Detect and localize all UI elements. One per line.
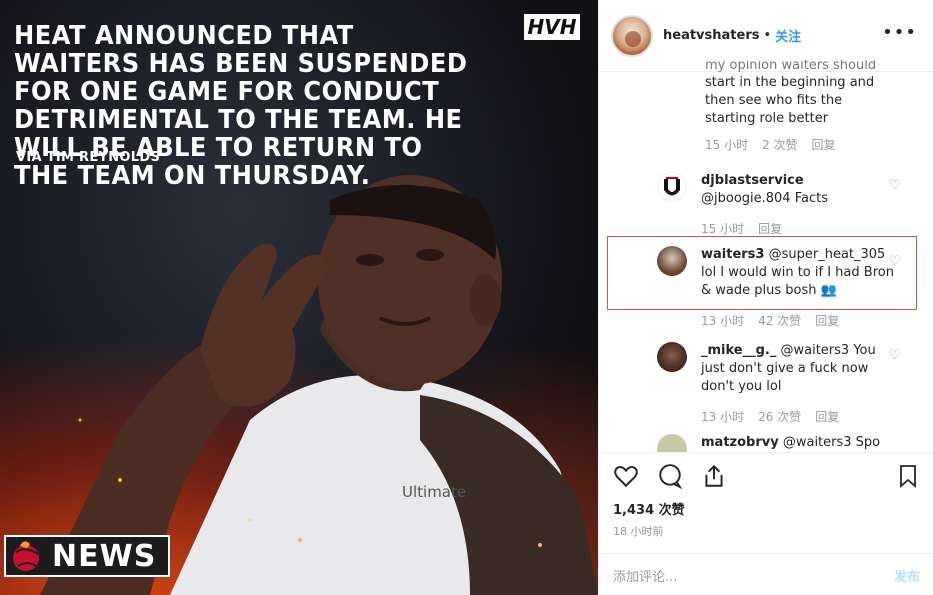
- comment-text-cut: my opinion waiters should: [705, 60, 877, 72]
- like-heart-icon[interactable]: [613, 463, 639, 493]
- like-comment-heart-icon[interactable]: ♡: [889, 348, 901, 363]
- commenter-avatar[interactable]: [657, 434, 687, 452]
- post-side-panel: heatvshaters • 关注 ••• my opinion waiters…: [598, 0, 933, 595]
- commenter-avatar[interactable]: [657, 246, 687, 276]
- post-comment-button[interactable]: 发布: [894, 566, 920, 585]
- reply-button[interactable]: 回复: [815, 408, 839, 425]
- follow-button[interactable]: 关注: [775, 26, 801, 45]
- comment-time: 13 小时: [701, 410, 745, 424]
- post-image[interactable]: Ultimate HEAT ANNOUNCED THAT WAITERS HAS…: [0, 0, 598, 595]
- likes-count[interactable]: 1,434 次赞: [613, 499, 685, 518]
- like-comment-heart-icon[interactable]: ♡: [889, 178, 901, 193]
- action-icons: [613, 463, 727, 493]
- comment-likes[interactable]: 26 次赞: [758, 408, 801, 425]
- commenter-username[interactable]: waiters3: [701, 247, 764, 262]
- list-item: _mike__g._ @waiters3 You just don't give…: [657, 342, 901, 425]
- list-item: matzobrvy @waiters3 Spo: [657, 434, 901, 452]
- more-horizontal-icon[interactable]: •••: [882, 22, 917, 43]
- comments-list[interactable]: my opinion waiters should start in the b…: [599, 60, 933, 452]
- jersey-logo-text: Ultimate: [402, 483, 466, 501]
- hvh-logo: HVH: [522, 12, 582, 42]
- header-separator: •: [763, 28, 772, 43]
- comment-meta: 15 小时 回复: [701, 220, 886, 237]
- reply-button[interactable]: 回复: [815, 312, 839, 329]
- comment-text: start in the beginning and then see who …: [705, 75, 875, 126]
- commenter-username[interactable]: matzobrvy: [701, 435, 779, 450]
- reply-button[interactable]: 回复: [758, 220, 782, 237]
- bookmark-icon[interactable]: [896, 463, 920, 493]
- list-item: my opinion waiters should start in the b…: [705, 60, 895, 153]
- list-item: djblastservice @jboogie.804 Facts 15 小时 …: [657, 172, 886, 237]
- comment-likes[interactable]: 2 次赞: [762, 136, 797, 153]
- comment-bubble-icon[interactable]: [657, 463, 683, 493]
- comment-meta: 15 小时 2 次赞 回复: [705, 136, 895, 153]
- comment-likes[interactable]: 42 次赞: [758, 312, 801, 329]
- emoji-icon: 👥: [820, 283, 837, 298]
- heat-ball-icon: [6, 536, 46, 576]
- comment-meta: 13 小时 42 次赞 回复: [701, 312, 901, 329]
- news-label: NEWS: [52, 538, 157, 574]
- post-credit: VIA TIM REYNOLDS: [16, 150, 161, 165]
- instagram-post-viewer: Ultimate HEAT ANNOUNCED THAT WAITERS HAS…: [0, 0, 933, 595]
- comment-text: @jboogie.804 Facts: [701, 191, 828, 206]
- add-comment-bar: 添加评论... 发布: [599, 553, 933, 595]
- comment-time: 15 小时: [705, 138, 749, 152]
- commenter-username[interactable]: djblastservice: [701, 173, 804, 188]
- reply-button[interactable]: 回复: [812, 136, 836, 153]
- like-comment-heart-icon[interactable]: ♡: [889, 254, 901, 269]
- post-actions: 1,434 次赞 18 小时前 添加评论... 发布: [599, 452, 933, 595]
- share-icon[interactable]: [701, 463, 727, 493]
- comment-meta: 13 小时 26 次赞 回复: [701, 408, 901, 425]
- news-badge: NEWS: [4, 535, 171, 577]
- commenter-username[interactable]: _mike__g._: [701, 343, 776, 358]
- commenter-avatar[interactable]: [657, 172, 687, 202]
- comment-input[interactable]: 添加评论...: [613, 566, 677, 585]
- comment-text: @waiters3 Spo: [782, 435, 881, 450]
- author-username[interactable]: heatvshaters: [663, 28, 759, 43]
- post-timestamp: 18 小时前: [613, 525, 664, 538]
- comment-time: 13 小时: [701, 314, 745, 328]
- comment-time: 15 小时: [701, 222, 745, 236]
- commenter-avatar[interactable]: [657, 342, 687, 372]
- list-item: waiters3 @super_heat_305 lol I would win…: [657, 246, 901, 329]
- author-avatar[interactable]: [611, 14, 653, 57]
